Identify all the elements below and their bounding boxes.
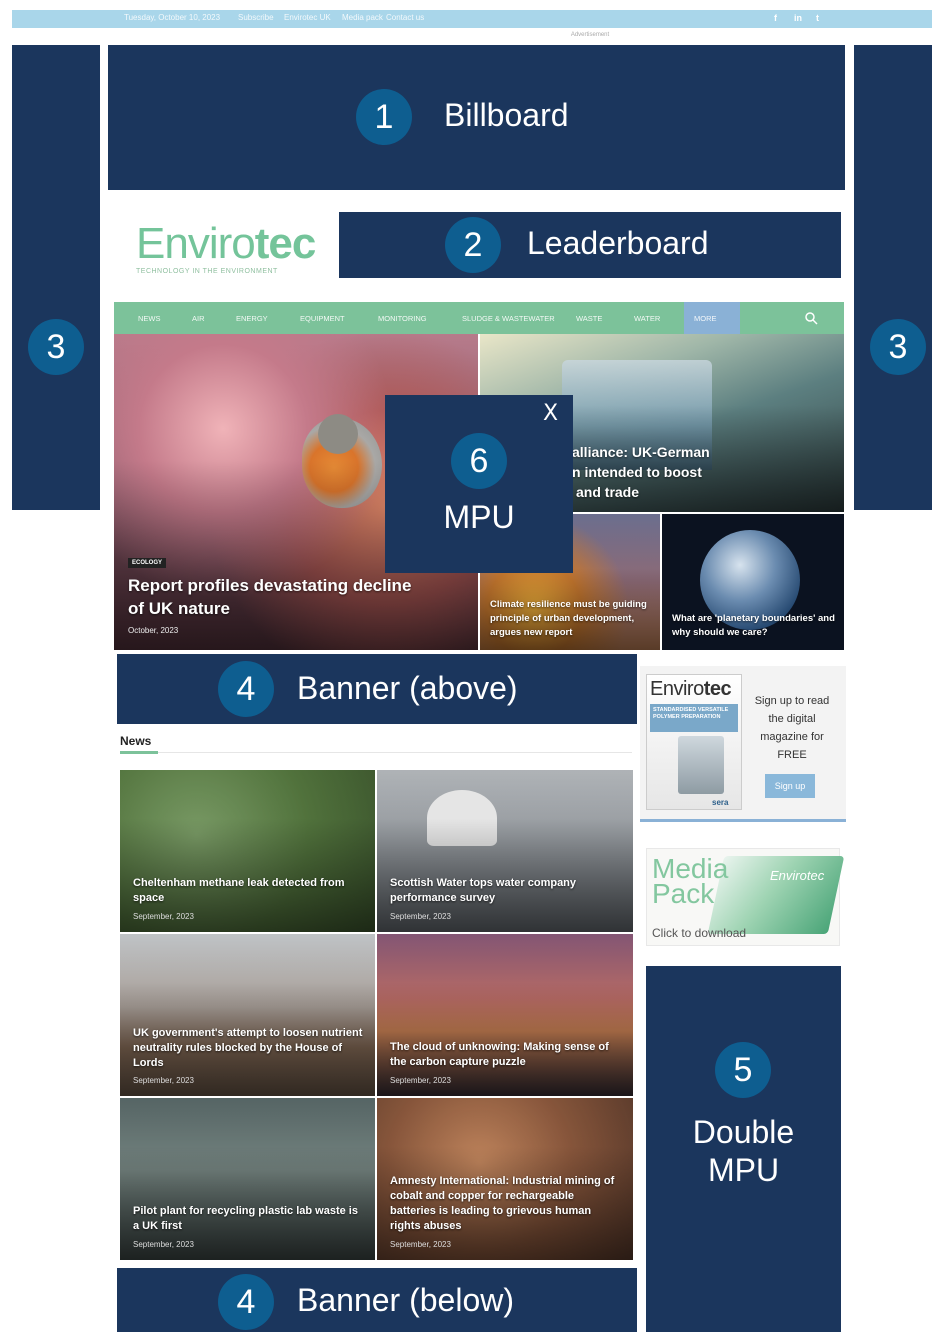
news-card-title[interactable]: Pilot plant for recycling plastic lab wa… — [133, 1204, 363, 1234]
hero-tr-line1: alliance: UK-German — [572, 444, 710, 460]
hero-category-badge[interactable]: ECOLOGY — [128, 558, 167, 568]
ad-banner-above[interactable]: 4 Banner (above) — [117, 654, 637, 724]
nav-item-sludge[interactable]: SLUDGE & WASTEWATER — [462, 314, 555, 323]
news-card-title[interactable]: UK government's attempt to loosen nutrie… — [133, 1026, 363, 1071]
media-pack-brand: Envirotec — [770, 868, 825, 883]
facebook-icon[interactable]: f — [774, 13, 777, 23]
news-divider — [120, 752, 632, 753]
ad-number-badge: 5 — [715, 1042, 771, 1098]
nav-item-air[interactable]: AIR — [192, 314, 205, 323]
ad-number-badge: 4 — [218, 661, 274, 717]
hero-left-date: October, 2023 — [128, 626, 179, 635]
topbar-link-media[interactable]: Media pack — [342, 13, 383, 22]
news-card[interactable]: Pilot plant for recycling plastic lab wa… — [120, 1098, 375, 1260]
signup-button[interactable]: Sign up — [765, 774, 815, 798]
news-card-date: September, 2023 — [133, 1076, 194, 1085]
ad-label-double-mpu-line1: Double — [692, 1114, 795, 1150]
nav-item-equipment[interactable]: EQUIPMENT — [300, 314, 345, 323]
top-bar: Tuesday, October 10, 2023 Subscribe Envi… — [12, 10, 932, 28]
news-section-heading[interactable]: News — [120, 734, 151, 748]
ad-number-badge: 1 — [356, 89, 412, 145]
nav-item-news[interactable]: NEWS — [138, 314, 161, 323]
logo-tagline: TECHNOLOGY IN THE ENVIRONMENT — [136, 268, 278, 275]
nav-item-energy[interactable]: ENERGY — [236, 314, 268, 323]
topbar-link-subscribe[interactable]: Subscribe — [238, 13, 274, 22]
topbar-link-envirotec[interactable]: Envirotec UK — [284, 13, 331, 22]
nav-item-waste[interactable]: WASTE — [576, 314, 602, 323]
hero-tr-line3: and trade — [576, 484, 640, 500]
ad-number-badge: 4 — [218, 1274, 274, 1330]
magazine-cover-sponsor: sera — [712, 798, 729, 807]
ad-number-badge: 3 — [28, 319, 84, 375]
nav-item-more[interactable]: MORE — [694, 314, 717, 323]
topbar-link-contact[interactable]: Contact us — [386, 13, 424, 22]
ad-skin-right[interactable]: 3 — [854, 45, 932, 510]
close-icon[interactable]: X — [543, 401, 558, 426]
hero-left-title[interactable]: Report profiles devastating decline of U… — [128, 574, 428, 620]
topbar-date: Tuesday, October 10, 2023 — [124, 13, 221, 22]
ad-skin-left[interactable]: 3 — [12, 45, 100, 510]
news-card[interactable]: Amnesty International: Industrial mining… — [377, 1098, 633, 1260]
ad-number-badge: 6 — [451, 433, 507, 489]
signup-text: Sign up to read the digital magazine for… — [754, 695, 830, 761]
ad-label-leaderboard: Leaderboard — [527, 225, 709, 261]
ad-number-badge: 2 — [445, 217, 501, 273]
media-pack-title: Media Pack — [652, 855, 728, 909]
media-pack-title-line2: Pack — [652, 878, 715, 909]
ad-label-banner-above: Banner (above) — [297, 670, 518, 706]
news-card-date: September, 2023 — [133, 1240, 194, 1249]
ad-number-badge: 3 — [870, 319, 926, 375]
hero-tr-title[interactable]: alliance: UK-German n intended to boost … — [572, 442, 732, 502]
news-card[interactable]: Scottish Water tops water company perfor… — [377, 770, 633, 932]
ad-label-banner-below: Banner (below) — [297, 1282, 514, 1318]
site-logo[interactable]: Envirotec TECHNOLOGY IN THE ENVIRONMENT — [136, 219, 317, 276]
news-card-date: September, 2023 — [390, 1240, 451, 1249]
ad-billboard[interactable]: 1 Billboard — [108, 45, 845, 190]
news-card[interactable]: Cheltenham methane leak detected from sp… — [120, 770, 375, 932]
magazine-title-bold: tec — [703, 678, 732, 700]
ad-label-double-mpu-line2: MPU — [707, 1152, 780, 1188]
advertisement-label: Advertisement — [570, 32, 610, 38]
ad-label-billboard: Billboard — [444, 97, 569, 133]
logo-text-bold: tec — [254, 219, 317, 268]
magazine-cover-title: Envirotec — [650, 678, 732, 701]
ad-label-mpu: MPU — [443, 499, 515, 535]
hero-bm-title[interactable]: Climate resilience must be guiding princ… — [490, 598, 656, 640]
linkedin-icon[interactable]: in — [794, 13, 802, 23]
hero-br-title[interactable]: What are 'planetary boundaries' and why … — [672, 612, 838, 640]
nav-item-water[interactable]: WATER — [634, 314, 660, 323]
news-card-title[interactable]: The cloud of unknowing: Making sense of … — [390, 1040, 620, 1070]
nav-item-monitoring[interactable]: MONITORING — [378, 314, 427, 323]
news-heading-accent — [120, 751, 158, 754]
magazine-cover-headline: STANDARDISED VERSATILE POLYMER PREPARATI… — [653, 707, 729, 720]
media-pack-download-link[interactable]: Click to download — [652, 926, 746, 940]
news-card-date: September, 2023 — [390, 1076, 451, 1085]
news-card-date: September, 2023 — [133, 912, 194, 921]
twitter-icon[interactable]: t — [816, 13, 819, 23]
news-card-title[interactable]: Scottish Water tops water company perfor… — [390, 876, 620, 906]
hero-tr-line2: n intended to boost — [572, 464, 702, 480]
magazine-title-light: Enviro — [650, 678, 704, 700]
news-card-title[interactable]: Amnesty International: Industrial mining… — [390, 1174, 620, 1234]
machine-illustration — [678, 736, 724, 794]
ad-mpu[interactable]: X 6 MPU — [385, 395, 573, 573]
search-icon[interactable] — [804, 311, 818, 325]
news-card-date: September, 2023 — [390, 912, 451, 921]
ad-banner-below[interactable]: 4 Banner (below) — [117, 1268, 637, 1332]
news-card[interactable]: UK government's attempt to loosen nutrie… — [120, 934, 375, 1096]
main-nav: NEWS AIR ENERGY EQUIPMENT MONITORING SLU… — [114, 302, 844, 334]
logo-text-light: Enviro — [136, 219, 256, 268]
news-card[interactable]: The cloud of unknowing: Making sense of … — [377, 934, 633, 1096]
ad-leaderboard[interactable]: 2 Leaderboard — [339, 212, 841, 278]
news-card-title[interactable]: Cheltenham methane leak detected from sp… — [133, 876, 363, 906]
ad-double-mpu[interactable]: 5 Double MPU — [646, 966, 841, 1332]
